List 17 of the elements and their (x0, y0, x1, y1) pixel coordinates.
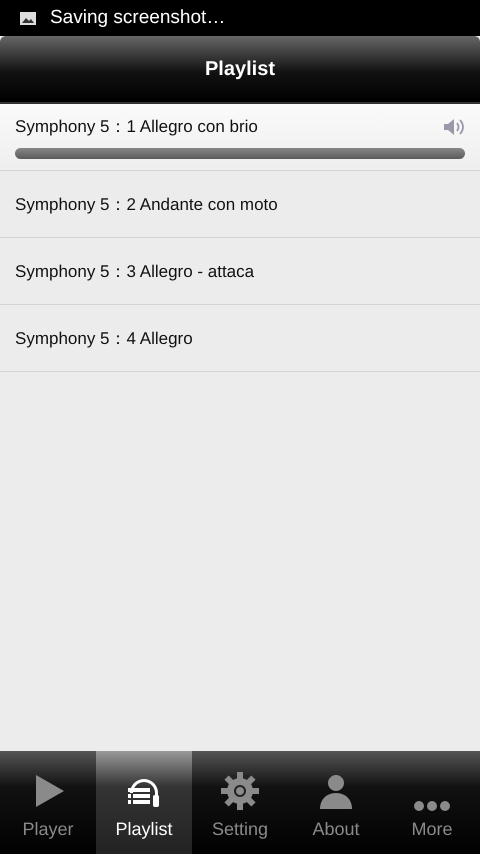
nav-tab[interactable]: About (288, 751, 384, 854)
track-title: Symphony 5：2 Andante con moto (15, 194, 278, 216)
screen-title: Playlist (204, 58, 276, 80)
nav-tab[interactable]: Player (0, 751, 96, 854)
playlist-item[interactable]: Symphony 5：1 Allegro con brio (0, 104, 480, 171)
progress-bar[interactable] (15, 148, 465, 159)
speaker-icon (443, 118, 465, 136)
more-icon (412, 801, 452, 811)
nav-tab[interactable]: More (384, 751, 480, 854)
gear-icon (220, 771, 260, 811)
nav-tab[interactable]: Playlist (96, 751, 192, 854)
notification-text: Saving screenshot… (50, 7, 226, 29)
track-title: Symphony 5：3 Allegro - attaca (15, 260, 254, 282)
track-title: Symphony 5：1 Allegro con brio (15, 116, 258, 138)
picture-icon (20, 12, 36, 24)
nav-tab[interactable]: Setting (192, 751, 288, 854)
track-title: Symphony 5：4 Allegro (15, 328, 193, 350)
